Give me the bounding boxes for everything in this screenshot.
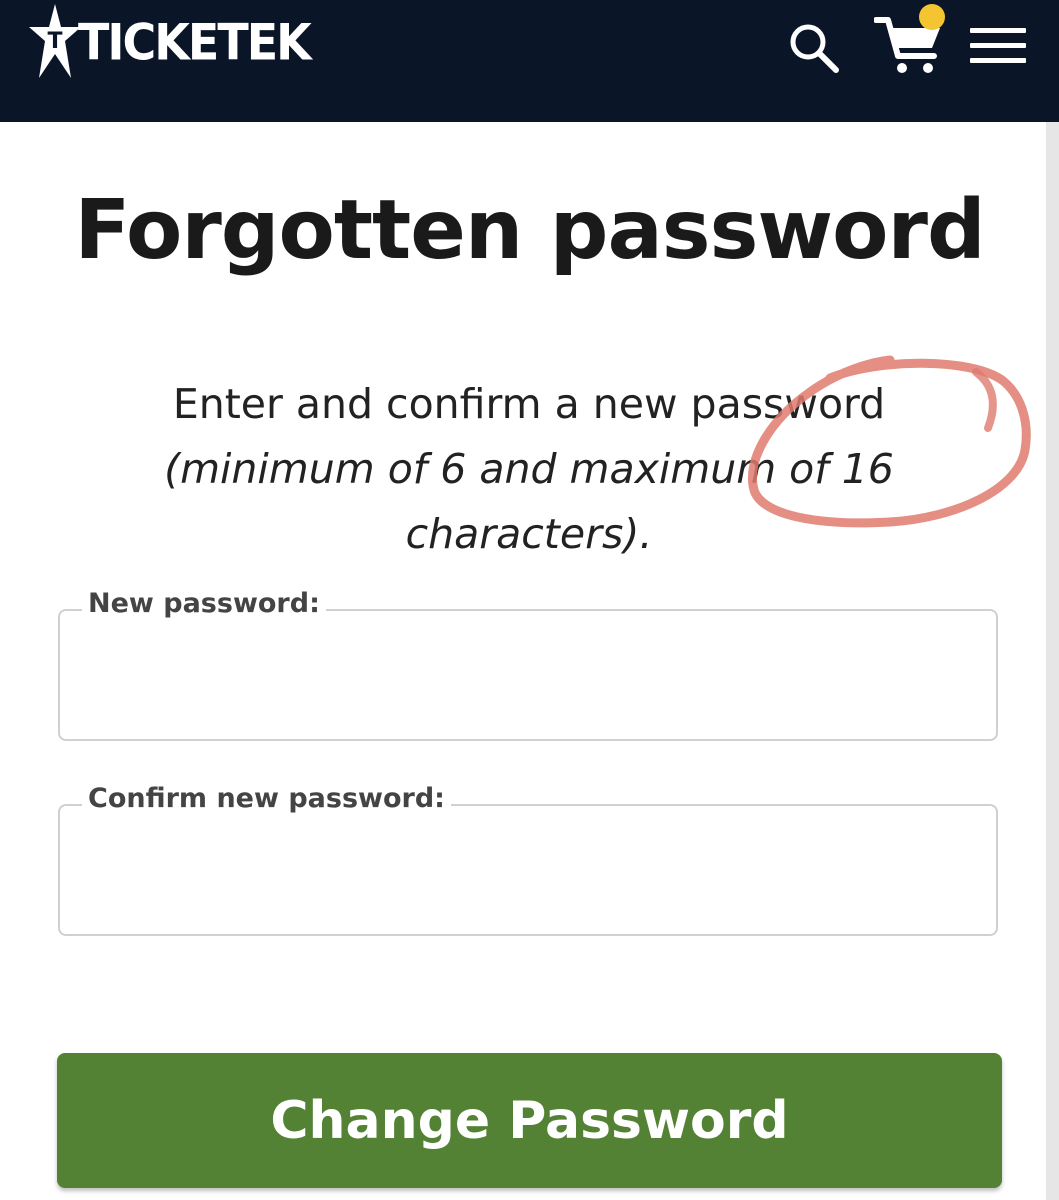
ticketek-logo[interactable]: T TICKETEK bbox=[28, 2, 312, 82]
menu-line bbox=[970, 58, 1026, 63]
new-password-input[interactable] bbox=[60, 611, 996, 739]
confirm-password-input[interactable] bbox=[60, 806, 996, 934]
brand-name: TICKETEK bbox=[78, 12, 312, 72]
logo-mark-letter: T bbox=[47, 29, 62, 54]
menu-button[interactable] bbox=[970, 26, 1028, 66]
menu-line bbox=[970, 43, 1026, 48]
confirm-password-field: Confirm new password: bbox=[58, 782, 998, 936]
hamburger-menu-icon bbox=[970, 28, 1026, 33]
password-instructions: Enter and confirm a new password (minimu… bbox=[140, 372, 918, 567]
page-title: Forgotten password bbox=[74, 183, 985, 278]
change-password-button[interactable]: Change Password bbox=[57, 1053, 1002, 1188]
search-icon bbox=[790, 24, 839, 73]
search-button[interactable] bbox=[786, 20, 840, 74]
scroll-edge bbox=[1046, 122, 1059, 1200]
cart-badge-dot bbox=[919, 4, 945, 30]
star-logo-icon: T bbox=[29, 4, 81, 78]
password-length-requirement: (minimum of 6 and maximum of 16 characte… bbox=[164, 445, 894, 558]
instruction-text: Enter and confirm a new password bbox=[172, 380, 886, 428]
new-password-field: New password: bbox=[58, 587, 998, 741]
cart-button[interactable] bbox=[874, 4, 954, 76]
site-header: T TICKETEK bbox=[0, 0, 1059, 122]
